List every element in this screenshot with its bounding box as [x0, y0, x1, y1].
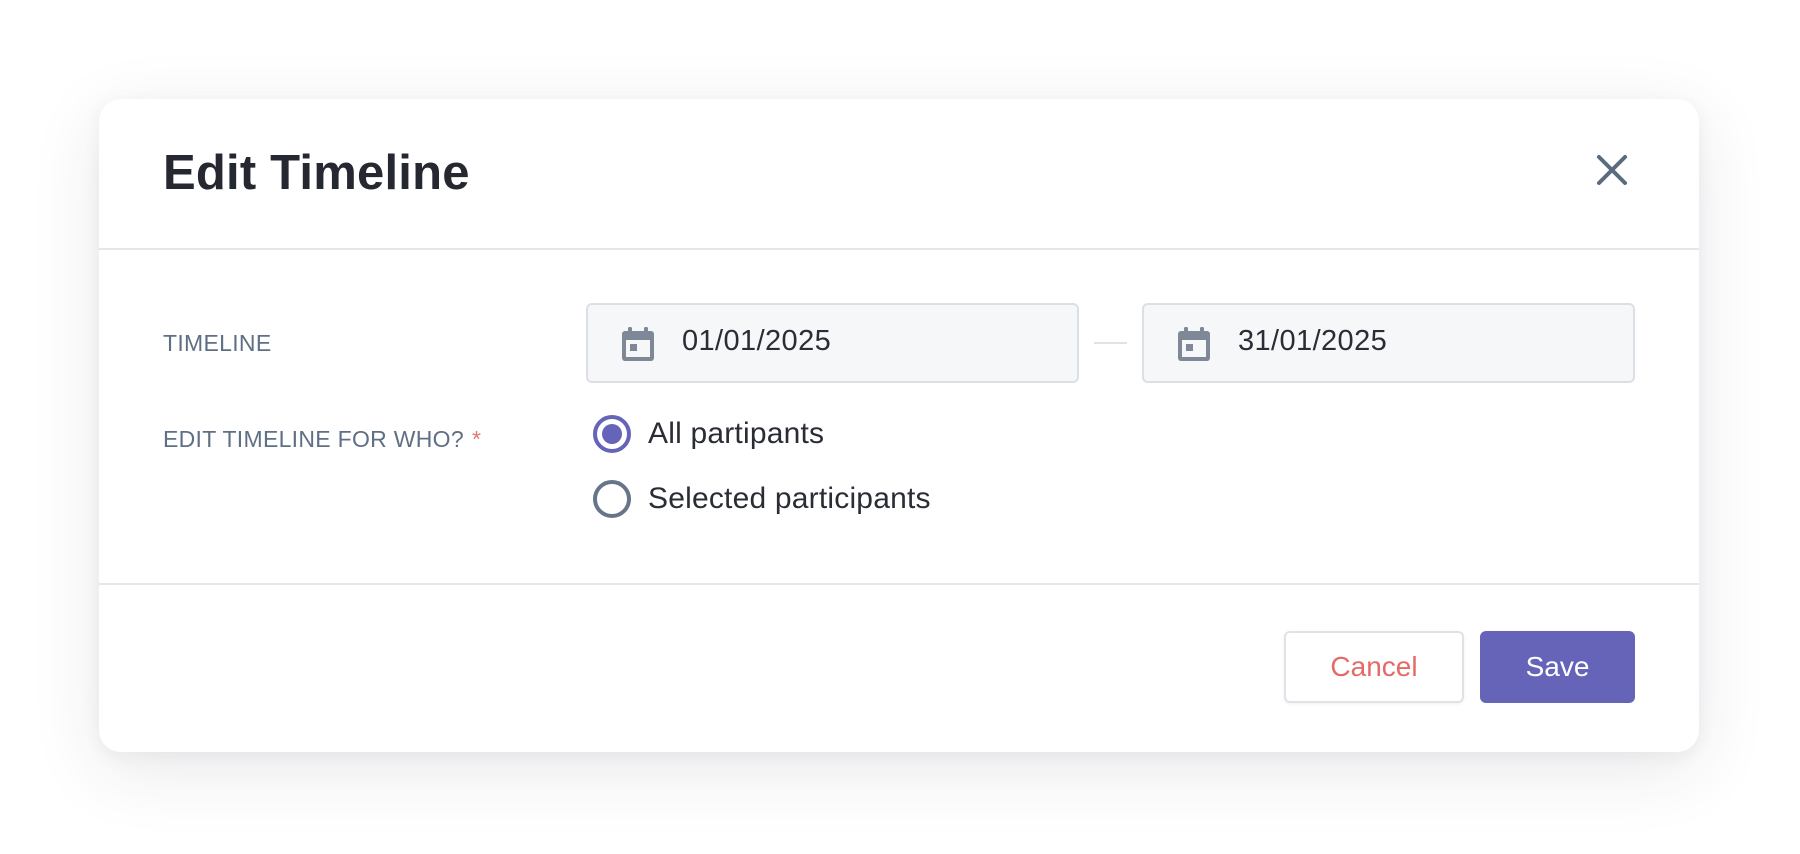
end-date-value: 31/01/2025 [1238, 325, 1388, 357]
radio-all-participants[interactable]: All partipants [593, 412, 824, 456]
dialog-header: Edit Timeline [99, 99, 1699, 250]
edit-timeline-dialog: Edit Timeline TIMELINE 01/01/2025 31/01/… [99, 99, 1699, 752]
start-date-value: 01/01/2025 [682, 325, 832, 357]
radio-button-unchecked[interactable] [593, 480, 631, 518]
save-button[interactable]: Save [1480, 631, 1635, 703]
close-icon [1597, 155, 1627, 185]
radio-selected-participants[interactable]: Selected participants [593, 477, 931, 521]
radio-button-checked[interactable] [593, 415, 631, 453]
calendar-icon [622, 327, 654, 361]
dialog-body: TIMELINE 01/01/2025 31/01/2025 EDIT TIME… [99, 250, 1699, 585]
audience-label: EDIT TIMELINE FOR WHO? * [163, 426, 481, 453]
close-button[interactable] [1589, 147, 1635, 193]
dialog-title: Edit Timeline [163, 146, 470, 200]
radio-label: All partipants [648, 417, 825, 450]
start-date-input[interactable]: 01/01/2025 [586, 303, 1079, 383]
dialog-footer: Cancel Save [99, 585, 1699, 752]
timeline-label: TIMELINE [163, 330, 272, 356]
cancel-button[interactable]: Cancel [1284, 631, 1464, 703]
end-date-input[interactable]: 31/01/2025 [1142, 303, 1635, 383]
radio-label: Selected participants [648, 482, 931, 515]
calendar-icon [1178, 327, 1210, 361]
audience-label-text: EDIT TIMELINE FOR WHO? [163, 426, 464, 452]
date-range-separator [1094, 342, 1127, 344]
required-marker: * [471, 426, 482, 452]
